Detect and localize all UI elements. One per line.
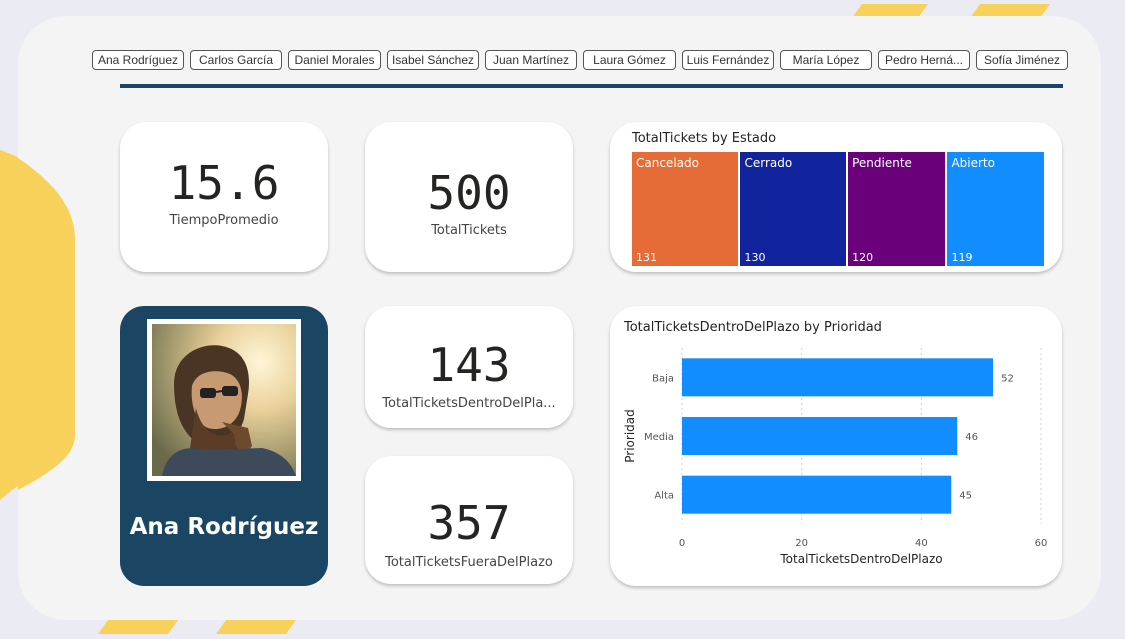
x-axis-title: TotalTicketsDentroDelPlazo	[779, 552, 942, 566]
kpi-label-dentro-plazo: TotalTicketsDentroDelPla...	[382, 396, 556, 411]
treemap-cell-cancelado[interactable]: Cancelado 131	[632, 152, 739, 266]
person-slicer: Ana Rodríguez Carlos García Daniel Moral…	[92, 50, 1072, 71]
slicer-item-isabel-sanchez[interactable]: Isabel Sánchez	[387, 50, 479, 70]
kpi-card-tiempo-promedio[interactable]: 15.6 TiempoPromedio	[120, 122, 328, 272]
left-accent-wave	[18, 158, 75, 490]
kpi-label-fuera-plazo: TotalTicketsFueraDelPlazo	[385, 555, 553, 570]
bar-chart-card[interactable]: TotalTicketsDentroDelPlazo by Prioridad …	[610, 306, 1062, 586]
kpi-value-tiempo-promedio: 15.6	[168, 156, 280, 210]
treemap-cell-pendiente[interactable]: Pendiente 120	[848, 152, 946, 266]
treemap-cell-label: Pendiente	[852, 156, 912, 170]
slicer-item-daniel-morales[interactable]: Daniel Morales	[288, 50, 381, 70]
bar-data-label: 52	[1001, 373, 1014, 384]
bar-baja[interactable]	[682, 358, 994, 397]
kpi-value-dentro-plazo: 143	[427, 338, 511, 392]
treemap-cell-value: 119	[951, 251, 973, 264]
slicer-item-laura-gomez[interactable]: Laura Gómez	[583, 50, 676, 70]
treemap-title: TotalTickets by Estado	[632, 131, 777, 146]
treemap-cell-abierto[interactable]: Abierto 119	[947, 152, 1044, 266]
bar-alta[interactable]	[682, 475, 952, 514]
bar-data-label: 46	[965, 432, 978, 443]
slicer-item-maria-lopez[interactable]: María López	[780, 50, 872, 70]
bar-data-label: 45	[959, 491, 972, 502]
treemap-cell-label: Cerrado	[744, 156, 793, 170]
slicer-item-luis-fernandez[interactable]: Luis Fernández	[682, 50, 774, 70]
x-tick-label: 0	[679, 538, 685, 549]
profile-card: Ana Rodríguez	[120, 306, 328, 586]
yellow-stripe-bottom-2	[216, 620, 296, 634]
x-tick-label: 40	[915, 538, 928, 549]
kpi-card-dentro-plazo[interactable]: 143 TotalTicketsDentroDelPla...	[365, 306, 573, 428]
header-divider	[120, 84, 1063, 88]
slicer-item-pedro-hernandez[interactable]: Pedro Herná...	[878, 50, 970, 70]
y-tick-label: Baja	[652, 373, 674, 384]
x-tick-label: 20	[795, 538, 808, 549]
treemap-cell-value: 131	[636, 251, 657, 264]
treemap-cell-label: Cancelado	[636, 156, 699, 170]
treemap-cell-label: Abierto	[951, 156, 995, 170]
profile-photo-frame	[147, 319, 301, 481]
kpi-value-fuera-plazo: 357	[427, 496, 511, 550]
treemap-cell-value: 130	[744, 251, 766, 264]
profile-name: Ana Rodríguez	[129, 514, 319, 540]
slicer-item-ana-rodriguez[interactable]: Ana Rodríguez	[92, 50, 184, 70]
kpi-card-fuera-plazo[interactable]: 357 TotalTicketsFueraDelPlazo	[365, 456, 573, 584]
kpi-value-total-tickets: 500	[427, 166, 511, 220]
profile-photo	[152, 324, 296, 476]
bar-chart-plot: 0 20 40 60 Baja 52 Media 46 Alta 45 TotalTicketsDe…	[623, 348, 1048, 566]
kpi-label-total-tickets: TotalTickets	[431, 223, 507, 238]
slicer-item-juan-martinez[interactable]: Juan Martínez	[485, 50, 577, 70]
kpi-label-tiempo-promedio: TiempoPromedio	[169, 213, 279, 228]
x-tick-label: 60	[1035, 538, 1048, 549]
slicer-item-carlos-garcia[interactable]: Carlos García	[190, 50, 282, 70]
slicer-item-sofia-jimenez[interactable]: Sofía Jiménez	[976, 50, 1068, 70]
treemap-cell-cerrado[interactable]: Cerrado 130	[740, 152, 847, 266]
treemap-cell-value: 120	[852, 251, 874, 264]
y-tick-label: Media	[644, 432, 674, 443]
y-tick-label: Alta	[654, 491, 674, 502]
treemap-plot: Cancelado 131 Cerrado 130 Pendiente 120 Abiert…	[632, 152, 1046, 266]
treemap-card[interactable]: TotalTickets by Estado Cancelado 131 Cerra…	[610, 122, 1062, 272]
y-axis-title: Prioridad	[623, 409, 637, 463]
kpi-card-total-tickets[interactable]: 500 TotalTickets	[365, 122, 573, 272]
bar-media[interactable]	[682, 417, 958, 455]
yellow-stripe-bottom-1	[98, 620, 178, 634]
